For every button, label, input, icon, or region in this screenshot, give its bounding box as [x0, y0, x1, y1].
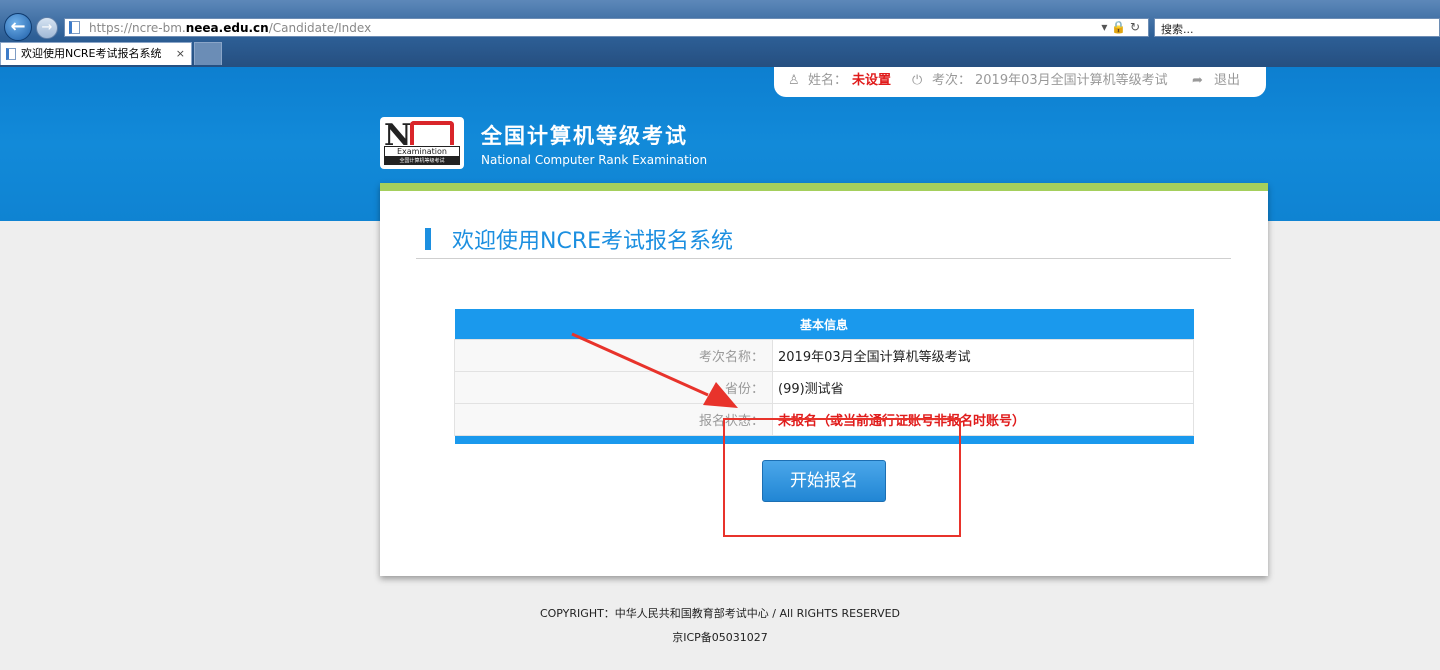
tab-close-icon[interactable]: × — [176, 43, 185, 65]
card-top-stripe — [380, 183, 1268, 191]
table-header: 基本信息 — [454, 309, 1194, 340]
site-title: 全国计算机等级考试 — [481, 124, 688, 148]
copyright-text: COPYRIGHT：中华人民共和国教育部考试中心 / All RIGHTS RE… — [539, 607, 901, 620]
address-bar-icons[interactable]: ▾ 🔒 ↻ — [1101, 20, 1140, 34]
exam-icon: ⏻ — [912, 73, 923, 88]
icp-license: 京ICP备05031027 — [672, 631, 768, 644]
highlight-box — [723, 418, 961, 537]
province-label: 省份： — [454, 371, 773, 404]
logout-icon: ➦ — [1192, 73, 1203, 88]
tab-page-icon — [6, 48, 16, 60]
logo-subcaption: 全国计算机等级考试 — [384, 157, 460, 165]
exam-label: 考次： — [932, 73, 972, 88]
tab-title: 欢迎使用NCRE考试报名系统 — [21, 47, 162, 60]
logout-link[interactable]: 退出 — [1214, 67, 1240, 95]
browser-tab[interactable]: 欢迎使用NCRE考试报名系统 × — [0, 42, 192, 65]
exam-name-value: 2019年03月全国计算机等级考试 — [772, 339, 1194, 372]
name-value: 未设置 — [852, 73, 892, 88]
forward-arrow-icon: → — [41, 20, 53, 35]
page-icon — [69, 21, 80, 34]
name-label: 姓名： — [808, 73, 848, 88]
new-tab-button[interactable] — [194, 42, 222, 65]
forward-button[interactable]: → — [36, 17, 58, 39]
exam-name-label: 考次名称： — [454, 339, 773, 372]
address-bar[interactable]: https://ncre-bm.neea.edu.cn/Candidate/In… — [64, 18, 1149, 37]
site-subtitle: National Computer Rank Examination — [481, 153, 708, 167]
back-arrow-icon: ← — [10, 16, 26, 37]
province-value: (99)测试省 — [772, 371, 1194, 404]
back-button[interactable]: ← — [4, 13, 32, 41]
page-title: 欢迎使用NCRE考试报名系统 — [452, 229, 734, 254]
table-row: 考次名称： 2019年03月全国计算机等级考试 — [454, 339, 1194, 372]
title-marker — [425, 228, 431, 250]
table-row: 省份： (99)测试省 — [454, 371, 1194, 404]
logo-caption: Examination — [384, 146, 460, 157]
logo-mark — [410, 121, 454, 145]
ncre-logo: N Examination 全国计算机等级考试 — [380, 117, 464, 169]
title-divider — [416, 258, 1231, 259]
search-input[interactable]: 搜索... — [1154, 18, 1440, 37]
browser-toolbar: ← → https://ncre-bm.neea.edu.cn/Candidat… — [0, 0, 1440, 67]
user-info-bar: ♙ 姓名： 未设置 ⏻ 考次： 2019年03月全国计算机等级考试 ➦ 退出 — [774, 67, 1266, 97]
user-icon: ♙ — [788, 73, 800, 88]
url-text: https://ncre-bm.neea.edu.cn/Candidate/In… — [89, 21, 372, 35]
exam-value: 2019年03月全国计算机等级考试 — [975, 73, 1168, 88]
